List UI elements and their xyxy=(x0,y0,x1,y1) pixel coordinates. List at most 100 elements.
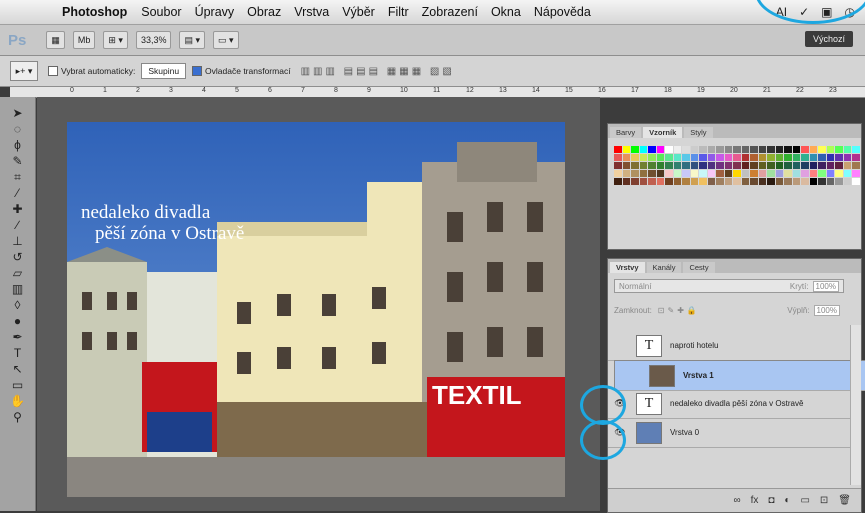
layer-row[interactable]: 👁 T nedaleko divadla pěší zóna v Ostravě xyxy=(608,389,861,419)
swatch[interactable] xyxy=(750,178,758,185)
swatch[interactable] xyxy=(826,178,834,185)
swatch[interactable] xyxy=(673,170,681,177)
view-extras-button[interactable]: ⊞ ▾ xyxy=(103,31,128,49)
swatch[interactable] xyxy=(665,178,673,185)
swatch[interactable] xyxy=(724,146,732,153)
group-icon[interactable]: ▭ xyxy=(800,495,809,506)
swatch[interactable] xyxy=(614,178,622,185)
swatch[interactable] xyxy=(673,146,681,153)
swatch[interactable] xyxy=(622,154,630,161)
menu-vyber[interactable]: Výběr xyxy=(342,5,375,19)
swatch[interactable] xyxy=(775,178,783,185)
stamp-tool-icon[interactable]: ⊥ xyxy=(12,233,22,249)
swatch[interactable] xyxy=(801,178,809,185)
tab-cesty[interactable]: Cesty xyxy=(683,262,715,273)
zoom-tool-icon[interactable]: ⚲ xyxy=(13,409,22,425)
swatch[interactable] xyxy=(750,146,758,153)
layer-row[interactable]: 👁 Vrstva 0 xyxy=(608,418,861,448)
menu-zobrazeni[interactable]: Zobrazení xyxy=(422,5,478,19)
swatch[interactable] xyxy=(716,178,724,185)
workspace-button[interactable]: Výchozí xyxy=(804,31,853,47)
pen-tool-icon[interactable]: ✒ xyxy=(12,329,22,345)
menu-filtr[interactable]: Filtr xyxy=(388,5,409,19)
swatch[interactable] xyxy=(690,146,698,153)
swatch[interactable] xyxy=(648,154,656,161)
swatch[interactable] xyxy=(724,178,732,185)
eraser-tool-icon[interactable]: ▱ xyxy=(13,265,22,281)
swatch[interactable] xyxy=(758,146,766,153)
swatch[interactable] xyxy=(767,146,775,153)
swatch[interactable] xyxy=(614,162,622,169)
swatch[interactable] xyxy=(801,154,809,161)
swatch[interactable] xyxy=(690,170,698,177)
swatch[interactable] xyxy=(631,146,639,153)
swatch[interactable] xyxy=(639,170,647,177)
swatch[interactable] xyxy=(767,154,775,161)
swatch[interactable] xyxy=(690,162,698,169)
swatch[interactable] xyxy=(852,146,860,153)
crop-tool-icon[interactable]: ⌗ xyxy=(14,169,21,185)
swatch[interactable] xyxy=(614,154,622,161)
swatch[interactable] xyxy=(682,178,690,185)
swatch[interactable] xyxy=(733,162,741,169)
adjustment-icon[interactable]: ◐ xyxy=(784,495,790,506)
healing-tool-icon[interactable]: ✚ xyxy=(12,201,22,217)
swatch[interactable] xyxy=(682,154,690,161)
swatch[interactable] xyxy=(656,146,664,153)
swatch[interactable] xyxy=(656,162,664,169)
swatch[interactable] xyxy=(682,146,690,153)
swatch[interactable] xyxy=(741,162,749,169)
fill-input[interactable]: 100% xyxy=(813,304,840,316)
swatch[interactable] xyxy=(767,162,775,169)
layer-row[interactable]: T naproti hotelu xyxy=(608,331,861,361)
history-brush-icon[interactable]: ↺ xyxy=(12,249,22,265)
swatch[interactable] xyxy=(724,154,732,161)
swatch[interactable] xyxy=(631,178,639,185)
swatch[interactable] xyxy=(707,154,715,161)
swatch[interactable] xyxy=(843,170,851,177)
swatch[interactable] xyxy=(724,162,732,169)
trash-icon[interactable]: 🗑 xyxy=(838,495,851,506)
swatch[interactable] xyxy=(818,162,826,169)
swatch[interactable] xyxy=(809,178,817,185)
minibridge-button[interactable]: Mb xyxy=(72,31,96,49)
opacity-input[interactable]: 100% xyxy=(812,280,839,292)
swatch[interactable] xyxy=(733,146,741,153)
swatch[interactable] xyxy=(733,178,741,185)
gradient-tool-icon[interactable]: ▥ xyxy=(12,281,23,297)
swatch[interactable] xyxy=(750,170,758,177)
swatch[interactable] xyxy=(826,170,834,177)
lasso-tool-icon[interactable]: ϕ xyxy=(14,137,21,153)
quick-select-tool-icon[interactable]: ✎ xyxy=(12,153,22,169)
swatch[interactable] xyxy=(699,146,707,153)
swatch[interactable] xyxy=(631,154,639,161)
document-canvas[interactable]: TEXTIL nedaleko divadla pěší zóna v Ostr… xyxy=(37,97,600,511)
swatch[interactable] xyxy=(835,146,843,153)
swatch[interactable] xyxy=(784,146,792,153)
swatch[interactable] xyxy=(758,178,766,185)
arrange-documents-button[interactable]: ▤ ▾ xyxy=(179,31,206,49)
swatch[interactable] xyxy=(750,162,758,169)
swatch[interactable] xyxy=(622,146,630,153)
swatch[interactable] xyxy=(826,154,834,161)
swatch[interactable] xyxy=(639,154,647,161)
swatch[interactable] xyxy=(614,170,622,177)
swatch[interactable] xyxy=(775,146,783,153)
swatch[interactable] xyxy=(852,162,860,169)
swatch[interactable] xyxy=(758,162,766,169)
shape-tool-icon[interactable]: ▭ xyxy=(12,377,23,393)
swatch[interactable] xyxy=(656,154,664,161)
swatch[interactable] xyxy=(767,170,775,177)
swatch[interactable] xyxy=(707,146,715,153)
swatch[interactable] xyxy=(818,170,826,177)
swatch[interactable] xyxy=(682,162,690,169)
swatch[interactable] xyxy=(809,162,817,169)
swatch-grid[interactable] xyxy=(614,146,860,185)
swatch[interactable] xyxy=(673,162,681,169)
menu-vrstva[interactable]: Vrstva xyxy=(294,5,329,19)
tab-kanaly[interactable]: Kanály xyxy=(646,262,682,273)
marquee-tool-icon[interactable]: ◌ xyxy=(14,121,21,137)
auto-select-checkbox[interactable] xyxy=(48,66,58,76)
swatch[interactable] xyxy=(792,162,800,169)
visibility-toggle[interactable] xyxy=(612,338,628,354)
